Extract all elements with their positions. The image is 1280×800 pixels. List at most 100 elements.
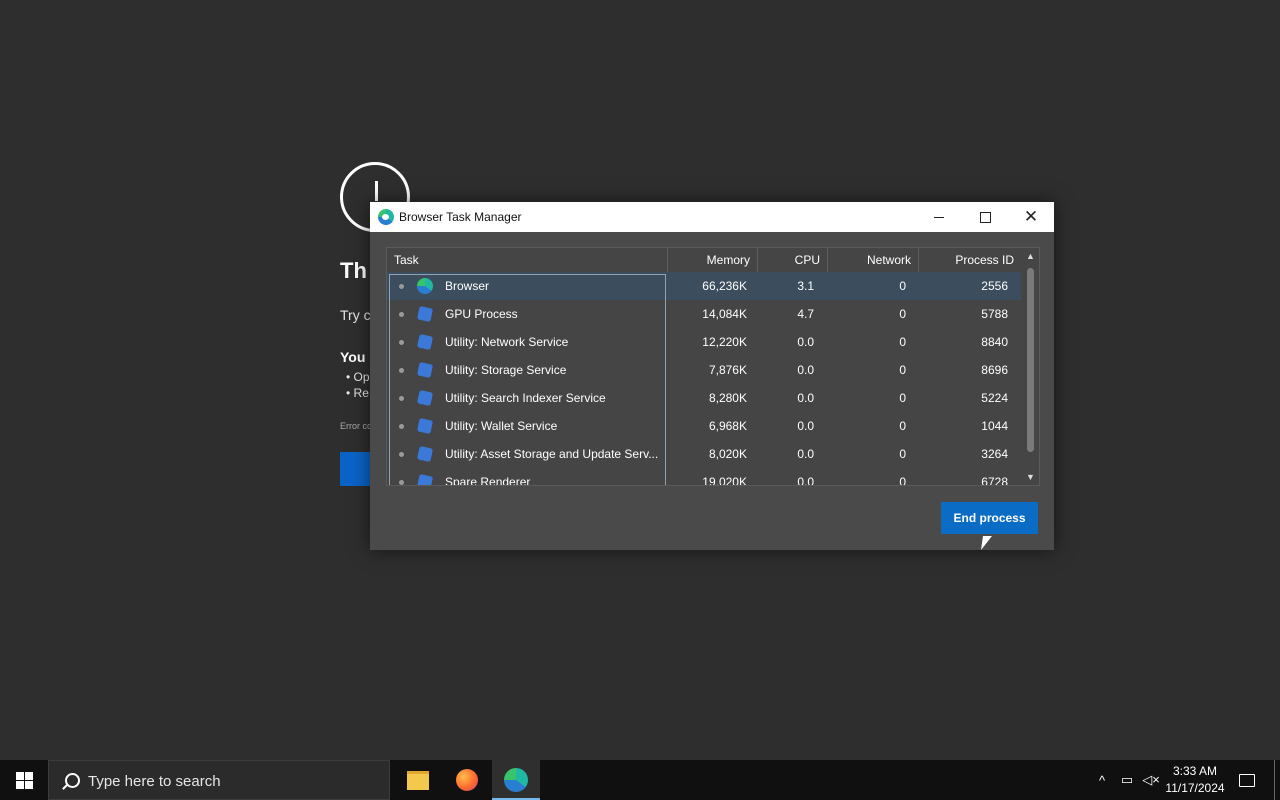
row-bullet bbox=[399, 480, 404, 485]
maximize-icon bbox=[979, 211, 991, 223]
row-bullet bbox=[399, 396, 404, 401]
network-value: 0 bbox=[899, 363, 906, 377]
task-name: Browser bbox=[445, 279, 490, 293]
folder-icon bbox=[407, 770, 429, 790]
column-header-cpu[interactable]: CPU bbox=[758, 248, 828, 272]
taskbar-file-explorer[interactable] bbox=[394, 760, 442, 800]
table-row[interactable]: Utility: Asset Storage and Update Serv..… bbox=[387, 440, 1021, 468]
table-row[interactable]: Utility: Search Indexer Service 8,280K 0.0… bbox=[387, 384, 1021, 412]
network-value: 0 bbox=[899, 391, 906, 405]
task-name: Spare Renderer bbox=[445, 475, 531, 486]
network-value: 0 bbox=[899, 475, 906, 486]
network-value: 0 bbox=[899, 307, 906, 321]
memory-value: 14,084K bbox=[702, 307, 747, 321]
column-header-task[interactable]: Task bbox=[387, 248, 668, 272]
task-name: Utility: Asset Storage and Update Serv..… bbox=[445, 447, 659, 461]
taskbar-firefox[interactable] bbox=[443, 760, 491, 800]
show-desktop-button[interactable] bbox=[1274, 760, 1275, 800]
start-button[interactable] bbox=[0, 760, 48, 800]
notification-center-button[interactable] bbox=[1236, 760, 1258, 800]
scrollbar-thumb[interactable] bbox=[1027, 268, 1034, 452]
close-button[interactable]: ✕ bbox=[1008, 202, 1054, 232]
error-page-bullet: • Op bbox=[346, 370, 370, 384]
tray-overflow-chevron-icon[interactable]: ^ bbox=[1094, 760, 1110, 800]
scroll-down-arrow-icon[interactable]: ▼ bbox=[1022, 469, 1039, 485]
network-value: 0 bbox=[899, 447, 906, 461]
cpu-value: 0.0 bbox=[797, 475, 814, 486]
cpu-value: 0.0 bbox=[797, 447, 814, 461]
process-id-value: 1044 bbox=[981, 419, 1008, 433]
title-bar[interactable]: Browser Task Manager ✕ bbox=[370, 202, 1054, 232]
table-row[interactable]: Utility: Network Service 12,220K 0.0 0 8840 bbox=[387, 328, 1021, 356]
memory-value: 12,220K bbox=[702, 335, 747, 349]
task-name: Utility: Network Service bbox=[445, 335, 569, 349]
clock-time: 3:33 AM bbox=[1172, 764, 1218, 778]
minimize-icon bbox=[934, 216, 944, 218]
puzzle-icon bbox=[416, 445, 434, 463]
scroll-up-arrow-icon[interactable]: ▲ bbox=[1022, 248, 1039, 264]
cpu-value: 0.0 bbox=[797, 335, 814, 349]
cpu-value: 0.0 bbox=[797, 363, 814, 377]
process-id-value: 8696 bbox=[981, 363, 1008, 377]
table-row[interactable]: GPU Process 14,084K 4.7 0 5788 bbox=[387, 300, 1021, 328]
task-name: Utility: Search Indexer Service bbox=[445, 391, 606, 405]
minimize-button[interactable] bbox=[916, 202, 962, 232]
clock-date: 11/17/2024 bbox=[1165, 781, 1225, 795]
table-row[interactable]: Spare Renderer 19,020K 0.0 0 6728 bbox=[387, 468, 1021, 486]
process-id-value: 5224 bbox=[981, 391, 1008, 405]
error-page-try-text: Try c bbox=[340, 307, 371, 323]
row-bullet bbox=[399, 368, 404, 373]
edge-icon bbox=[378, 209, 394, 225]
column-header-process-id[interactable]: Process ID bbox=[919, 248, 1021, 272]
search-placeholder: Type here to search bbox=[88, 773, 221, 790]
taskbar: Type here to search ^ ▭ ◁× 3:33 AM 11/17… bbox=[0, 760, 1280, 800]
network-value: 0 bbox=[899, 335, 906, 349]
window-title: Browser Task Manager bbox=[399, 210, 522, 224]
network-value: 0 bbox=[899, 279, 906, 293]
memory-value: 19,020K bbox=[702, 475, 747, 486]
memory-value: 8,020K bbox=[708, 447, 747, 461]
taskbar-edge[interactable] bbox=[492, 760, 540, 800]
clock[interactable]: 3:33 AM 11/17/2024 bbox=[1160, 763, 1230, 797]
task-table[interactable]: Task Memory CPU Network Process ID Brows… bbox=[386, 247, 1040, 486]
task-name: GPU Process bbox=[445, 307, 518, 321]
table-row[interactable]: Utility: Storage Service 7,876K 0.0 0 8696 bbox=[387, 356, 1021, 384]
cpu-value: 0.0 bbox=[797, 419, 814, 433]
column-header-network[interactable]: Network bbox=[828, 248, 919, 272]
error-code: Error co bbox=[340, 421, 373, 431]
task-name: Utility: Wallet Service bbox=[445, 419, 558, 433]
puzzle-icon bbox=[416, 305, 434, 323]
process-id-value: 6728 bbox=[981, 475, 1008, 486]
process-id-value: 8840 bbox=[981, 335, 1008, 349]
row-bullet bbox=[399, 284, 404, 289]
close-icon: ✕ bbox=[1023, 207, 1039, 226]
puzzle-icon bbox=[416, 333, 434, 351]
table-body: Browser 66,236K 3.1 0 2556 GPU Process 14,084K… bbox=[387, 272, 1021, 486]
table-row[interactable]: Browser 66,236K 3.1 0 2556 bbox=[387, 272, 1021, 300]
row-bullet bbox=[399, 312, 404, 317]
puzzle-icon bbox=[416, 473, 434, 485]
task-name: Utility: Storage Service bbox=[445, 363, 567, 377]
error-page-bullet: • Re bbox=[346, 386, 369, 400]
puzzle-icon bbox=[416, 361, 434, 379]
row-bullet bbox=[399, 424, 404, 429]
cpu-value: 4.7 bbox=[797, 307, 814, 321]
vertical-scrollbar[interactable]: ▲ ▼ bbox=[1022, 248, 1039, 485]
taskbar-search-box[interactable]: Type here to search bbox=[48, 760, 390, 800]
error-page-heading: You bbox=[340, 349, 366, 365]
memory-value: 7,876K bbox=[708, 363, 747, 377]
column-header-memory[interactable]: Memory bbox=[668, 248, 758, 272]
table-row[interactable]: Utility: Wallet Service 6,968K 0.0 0 1044 bbox=[387, 412, 1021, 440]
error-page-title: Th bbox=[340, 258, 367, 283]
edge-icon bbox=[417, 278, 433, 294]
process-id-value: 2556 bbox=[981, 279, 1008, 293]
edge-icon bbox=[504, 768, 528, 792]
end-process-button[interactable]: End process bbox=[941, 502, 1038, 534]
maximize-button[interactable] bbox=[962, 202, 1008, 232]
network-value: 0 bbox=[899, 419, 906, 433]
windows-logo-icon bbox=[15, 771, 33, 789]
task-manager-window: Browser Task Manager ✕ Task Memory CPU N… bbox=[370, 202, 1054, 550]
firefox-icon bbox=[456, 769, 478, 791]
volume-muted-icon[interactable]: ◁× bbox=[1141, 760, 1161, 800]
network-icon[interactable]: ▭ bbox=[1117, 760, 1137, 800]
